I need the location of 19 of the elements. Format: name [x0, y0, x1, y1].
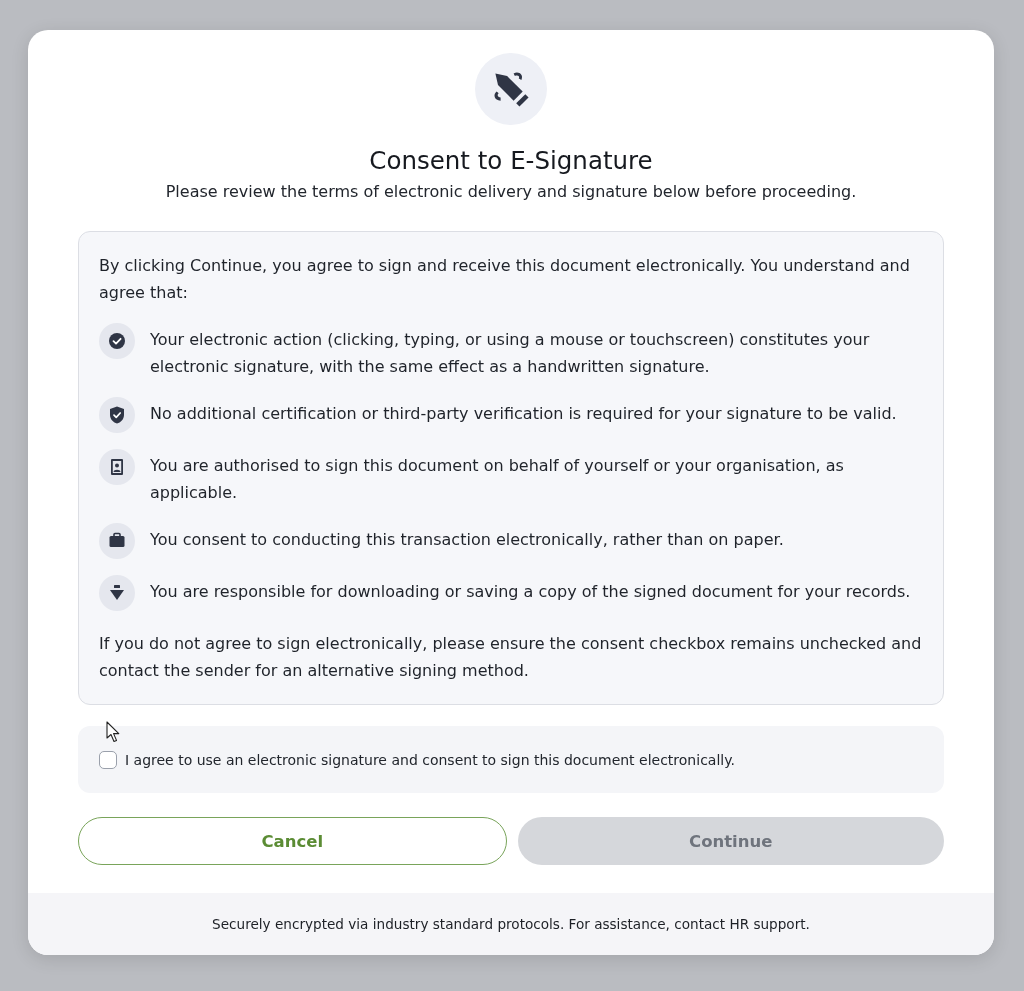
download-icon: [99, 575, 135, 611]
terms-list-item: No additional certification or third-party verification is required for your signature to be valid.: [150, 402, 897, 425]
terms-closing: If you do not agree to sign electronically, please ensure the consent checkbox remains unchecked and contact the sender for an alternative signing method.: [99, 633, 923, 682]
dialog-title: Consent to E-Signature: [369, 146, 653, 176]
terms-intro: By clicking Continue, you agree to sign and receive this document electronically. You understand and agree that:: [99, 255, 911, 304]
footer-text: Securely encrypted via industry standard protocols. For assistance, contact HR support.: [212, 916, 810, 932]
terms-list-item: You consent to conducting this transaction electronically, rather than on paper.: [150, 528, 784, 551]
consent-checkbox[interactable]: [99, 750, 117, 769]
shield-check-icon: [99, 396, 135, 433]
terms-list-item: Your electronic action (clicking, typing, or using a mouse or touchscreen) constitutes your electronic signature, with the same effect as a handwritten signature.: [150, 329, 871, 378]
terms-list-item: You are authorised to sign this document on behalf of yourself or your organisation, as applicable.: [150, 455, 845, 504]
id-badge-icon: [99, 449, 135, 485]
terms-list-item: You are responsible for downloading or saving a copy of the signed document for your records.: [150, 581, 911, 603]
check-circle-icon: [99, 323, 135, 359]
dialog-subtitle: Please review the terms of electronic delivery and signature below before proceeding.: [165, 181, 857, 203]
briefcase-icon: [99, 522, 135, 559]
consent-label[interactable]: I agree to use an electronic signature and consent to sign this document electronically.: [125, 751, 735, 768]
pen-icon: [475, 53, 547, 125]
cancel-button[interactable]: Cancel: [78, 817, 507, 865]
